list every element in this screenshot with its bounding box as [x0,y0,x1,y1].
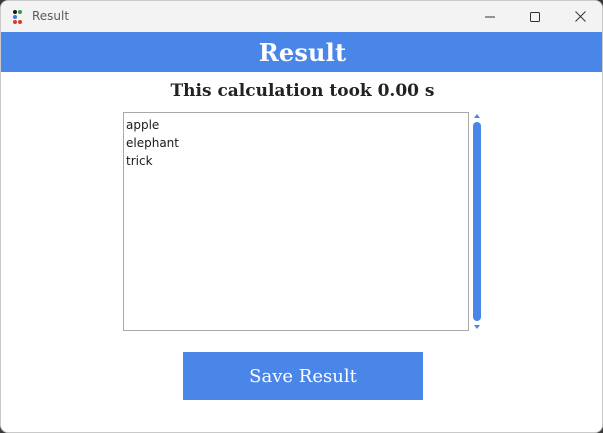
page-title: Result [258,37,347,67]
maximize-button[interactable] [512,1,558,32]
result-line: elephant [126,136,179,150]
title-bar[interactable]: Result [1,1,602,32]
minimize-button[interactable] [467,1,513,32]
scroll-down-icon[interactable] [474,325,480,329]
result-line: trick [126,154,153,168]
calculation-time-label: This calculation took 0.00 s [170,81,435,101]
result-window: Result Result This calculation took 0.00… [0,0,603,433]
result-scrollbar[interactable] [471,112,483,331]
header-banner: Result [1,32,602,72]
close-button[interactable] [557,1,602,32]
window-title: Result [32,9,70,23]
result-text-area[interactable]: apple elephant trick [123,112,469,331]
scroll-up-icon[interactable] [474,114,480,118]
minimize-icon [485,16,495,17]
scroll-thumb[interactable] [473,122,481,321]
save-result-button[interactable]: Save Result [183,352,423,400]
colored-dots-icon [13,10,22,24]
maximize-icon [530,11,540,22]
result-line: apple [126,118,160,132]
close-icon [574,11,586,22]
